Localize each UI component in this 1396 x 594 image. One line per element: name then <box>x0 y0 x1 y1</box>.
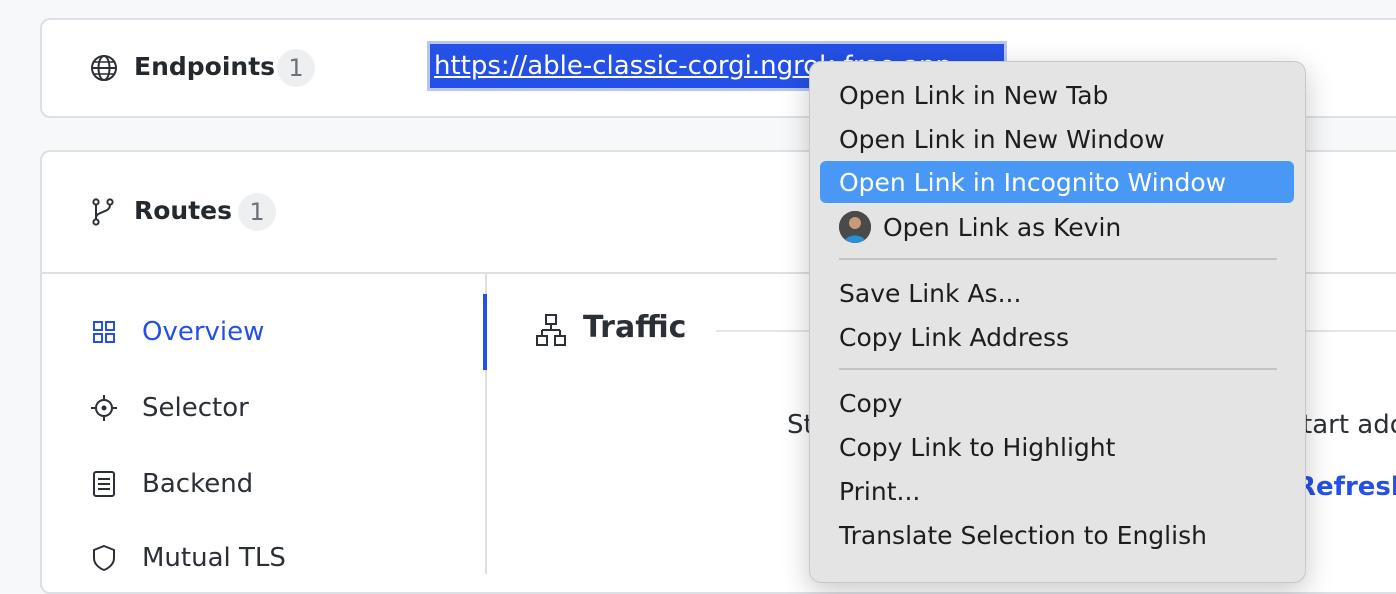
menu-item-label: Save Link As... <box>839 278 1022 308</box>
menu-item-copy-link-address[interactable]: Copy Link Address <box>820 316 1294 358</box>
traffic-title: Traffic <box>583 310 687 345</box>
menu-item-open-as-profile[interactable]: Open Link as Kevin <box>820 206 1294 248</box>
menu-item-label: Copy Link Address <box>839 322 1070 352</box>
menu-separator <box>839 368 1277 370</box>
menu-item-translate-selection[interactable]: Translate Selection to English <box>820 514 1294 556</box>
grid-icon <box>93 321 115 343</box>
crosshair-icon <box>91 395 117 421</box>
menu-item-copy-link-to-highlight[interactable]: Copy Link to Highlight <box>820 426 1294 468</box>
menu-item-open-incognito[interactable]: Open Link in Incognito Window <box>820 161 1294 203</box>
menu-item-label: Open Link in New Tab <box>839 80 1109 110</box>
nav-label: Mutual TLS <box>142 543 286 573</box>
routes-count-badge: 1 <box>238 193 276 231</box>
globe-icon <box>91 55 117 81</box>
endpoints-label: Endpoints <box>134 52 276 81</box>
refresh-link[interactable]: Refresh <box>1296 472 1396 502</box>
traffic-text-right: tart ado <box>1302 410 1396 440</box>
nav-label: Selector <box>142 393 249 423</box>
nav-label: Overview <box>142 317 265 347</box>
endpoints-count-badge: 1 <box>277 49 315 87</box>
menu-item-label: Copy <box>839 388 903 418</box>
menu-item-label: Translate Selection to English <box>839 520 1207 550</box>
menu-item-label: Print... <box>839 476 921 506</box>
branch-icon <box>92 198 114 226</box>
menu-item-print[interactable]: Print... <box>820 470 1294 512</box>
menu-item-open-new-window[interactable]: Open Link in New Window <box>820 118 1294 160</box>
menu-item-open-new-tab[interactable]: Open Link in New Tab <box>820 74 1294 116</box>
menu-item-label: Open Link in New Window <box>839 124 1165 154</box>
routes-label: Routes <box>134 196 233 225</box>
context-menu: Open Link in New Tab Open Link in New Wi… <box>809 61 1306 583</box>
menu-item-label: Open Link as Kevin <box>883 212 1122 242</box>
menu-separator <box>839 258 1277 260</box>
menu-item-save-link-as[interactable]: Save Link As... <box>820 272 1294 314</box>
menu-item-label: Copy Link to Highlight <box>839 432 1116 462</box>
network-icon <box>536 314 566 346</box>
nav-label: Backend <box>142 469 254 499</box>
menu-item-label: Open Link in Incognito Window <box>839 167 1227 197</box>
active-nav-indicator <box>483 294 487 370</box>
menu-item-copy[interactable]: Copy <box>820 382 1294 424</box>
avatar <box>839 211 871 243</box>
shield-icon <box>93 544 115 572</box>
server-icon <box>93 471 115 497</box>
